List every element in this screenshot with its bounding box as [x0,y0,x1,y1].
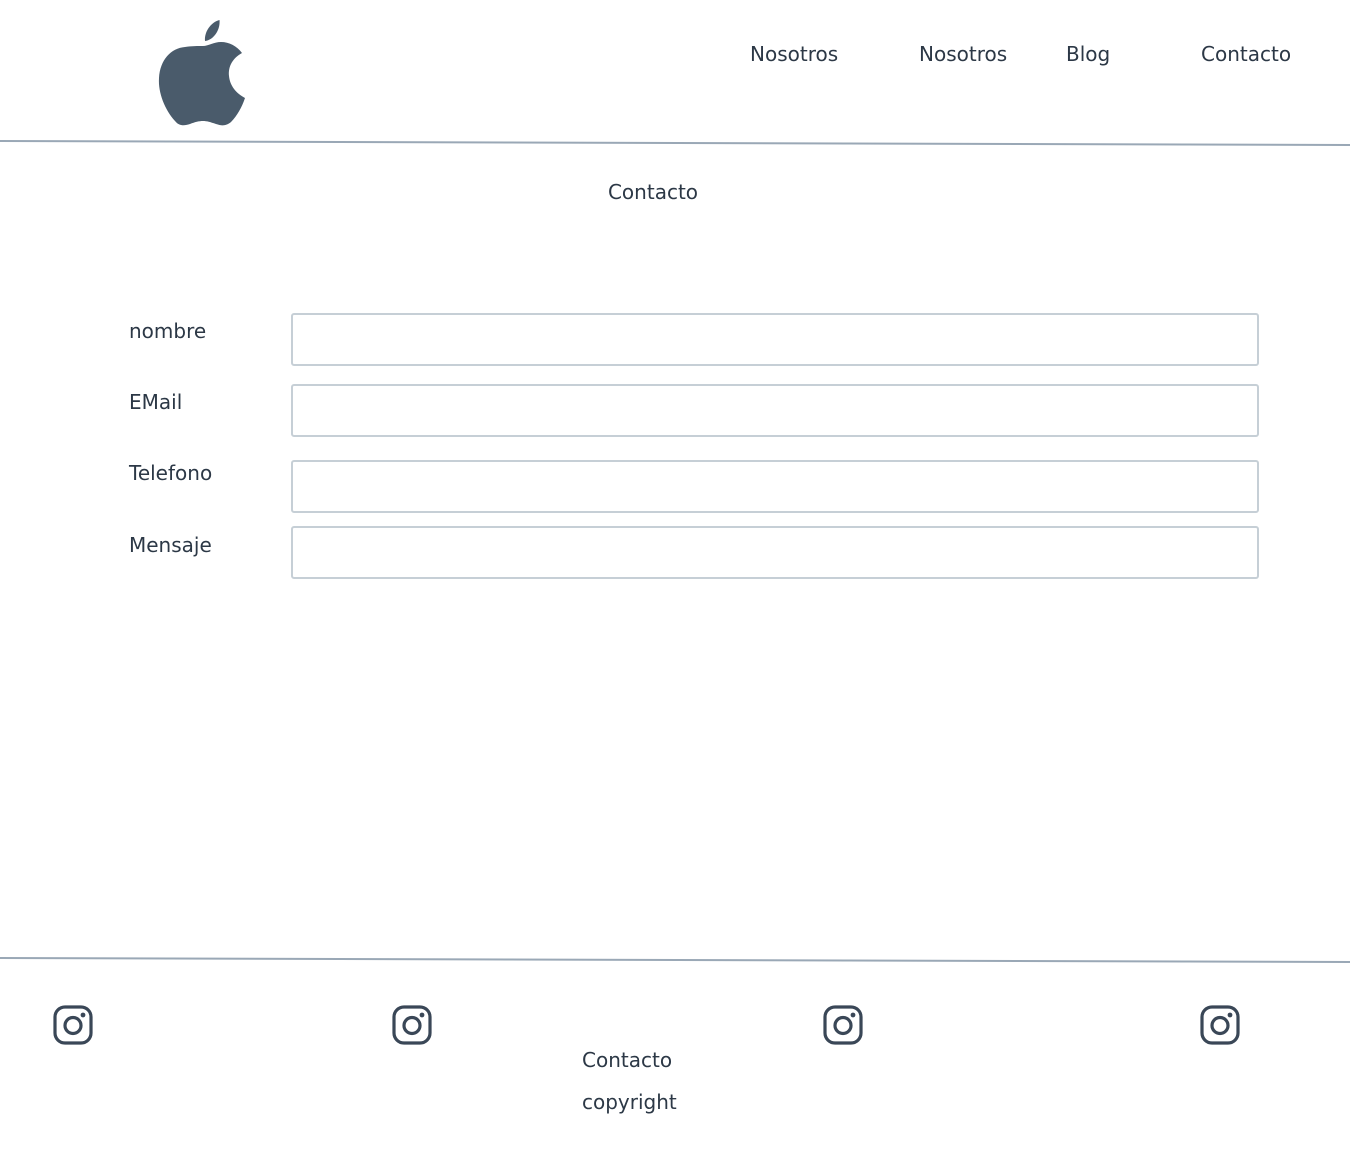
mensaje-field[interactable] [291,526,1259,579]
instagram-icon[interactable] [392,1005,432,1045]
nav-link-blog[interactable]: Blog [1066,42,1110,66]
footer-copyright: copyright [582,1090,677,1114]
mensaje-label: Mensaje [129,533,212,557]
email-field[interactable] [291,384,1259,437]
email-label: EMail [129,390,183,414]
instagram-icon[interactable] [823,1005,863,1045]
nav-link-nosotros[interactable]: Nosotros [750,42,838,66]
header-divider [0,140,1350,146]
footer-divider [0,957,1350,963]
nav-link-nosotros-2[interactable]: Nosotros [919,42,1007,66]
instagram-icon[interactable] [1200,1005,1240,1045]
footer-contact: Contacto [582,1048,673,1072]
page-title: Contacto [607,180,699,204]
telefono-field[interactable] [291,460,1259,513]
instagram-icon[interactable] [53,1005,93,1045]
telefono-label: Telefono [129,461,213,485]
apple-logo-icon[interactable] [158,20,248,126]
nombre-label: nombre [129,319,207,343]
nombre-field[interactable] [291,313,1259,366]
nav-link-contacto[interactable]: Contacto [1201,42,1291,66]
